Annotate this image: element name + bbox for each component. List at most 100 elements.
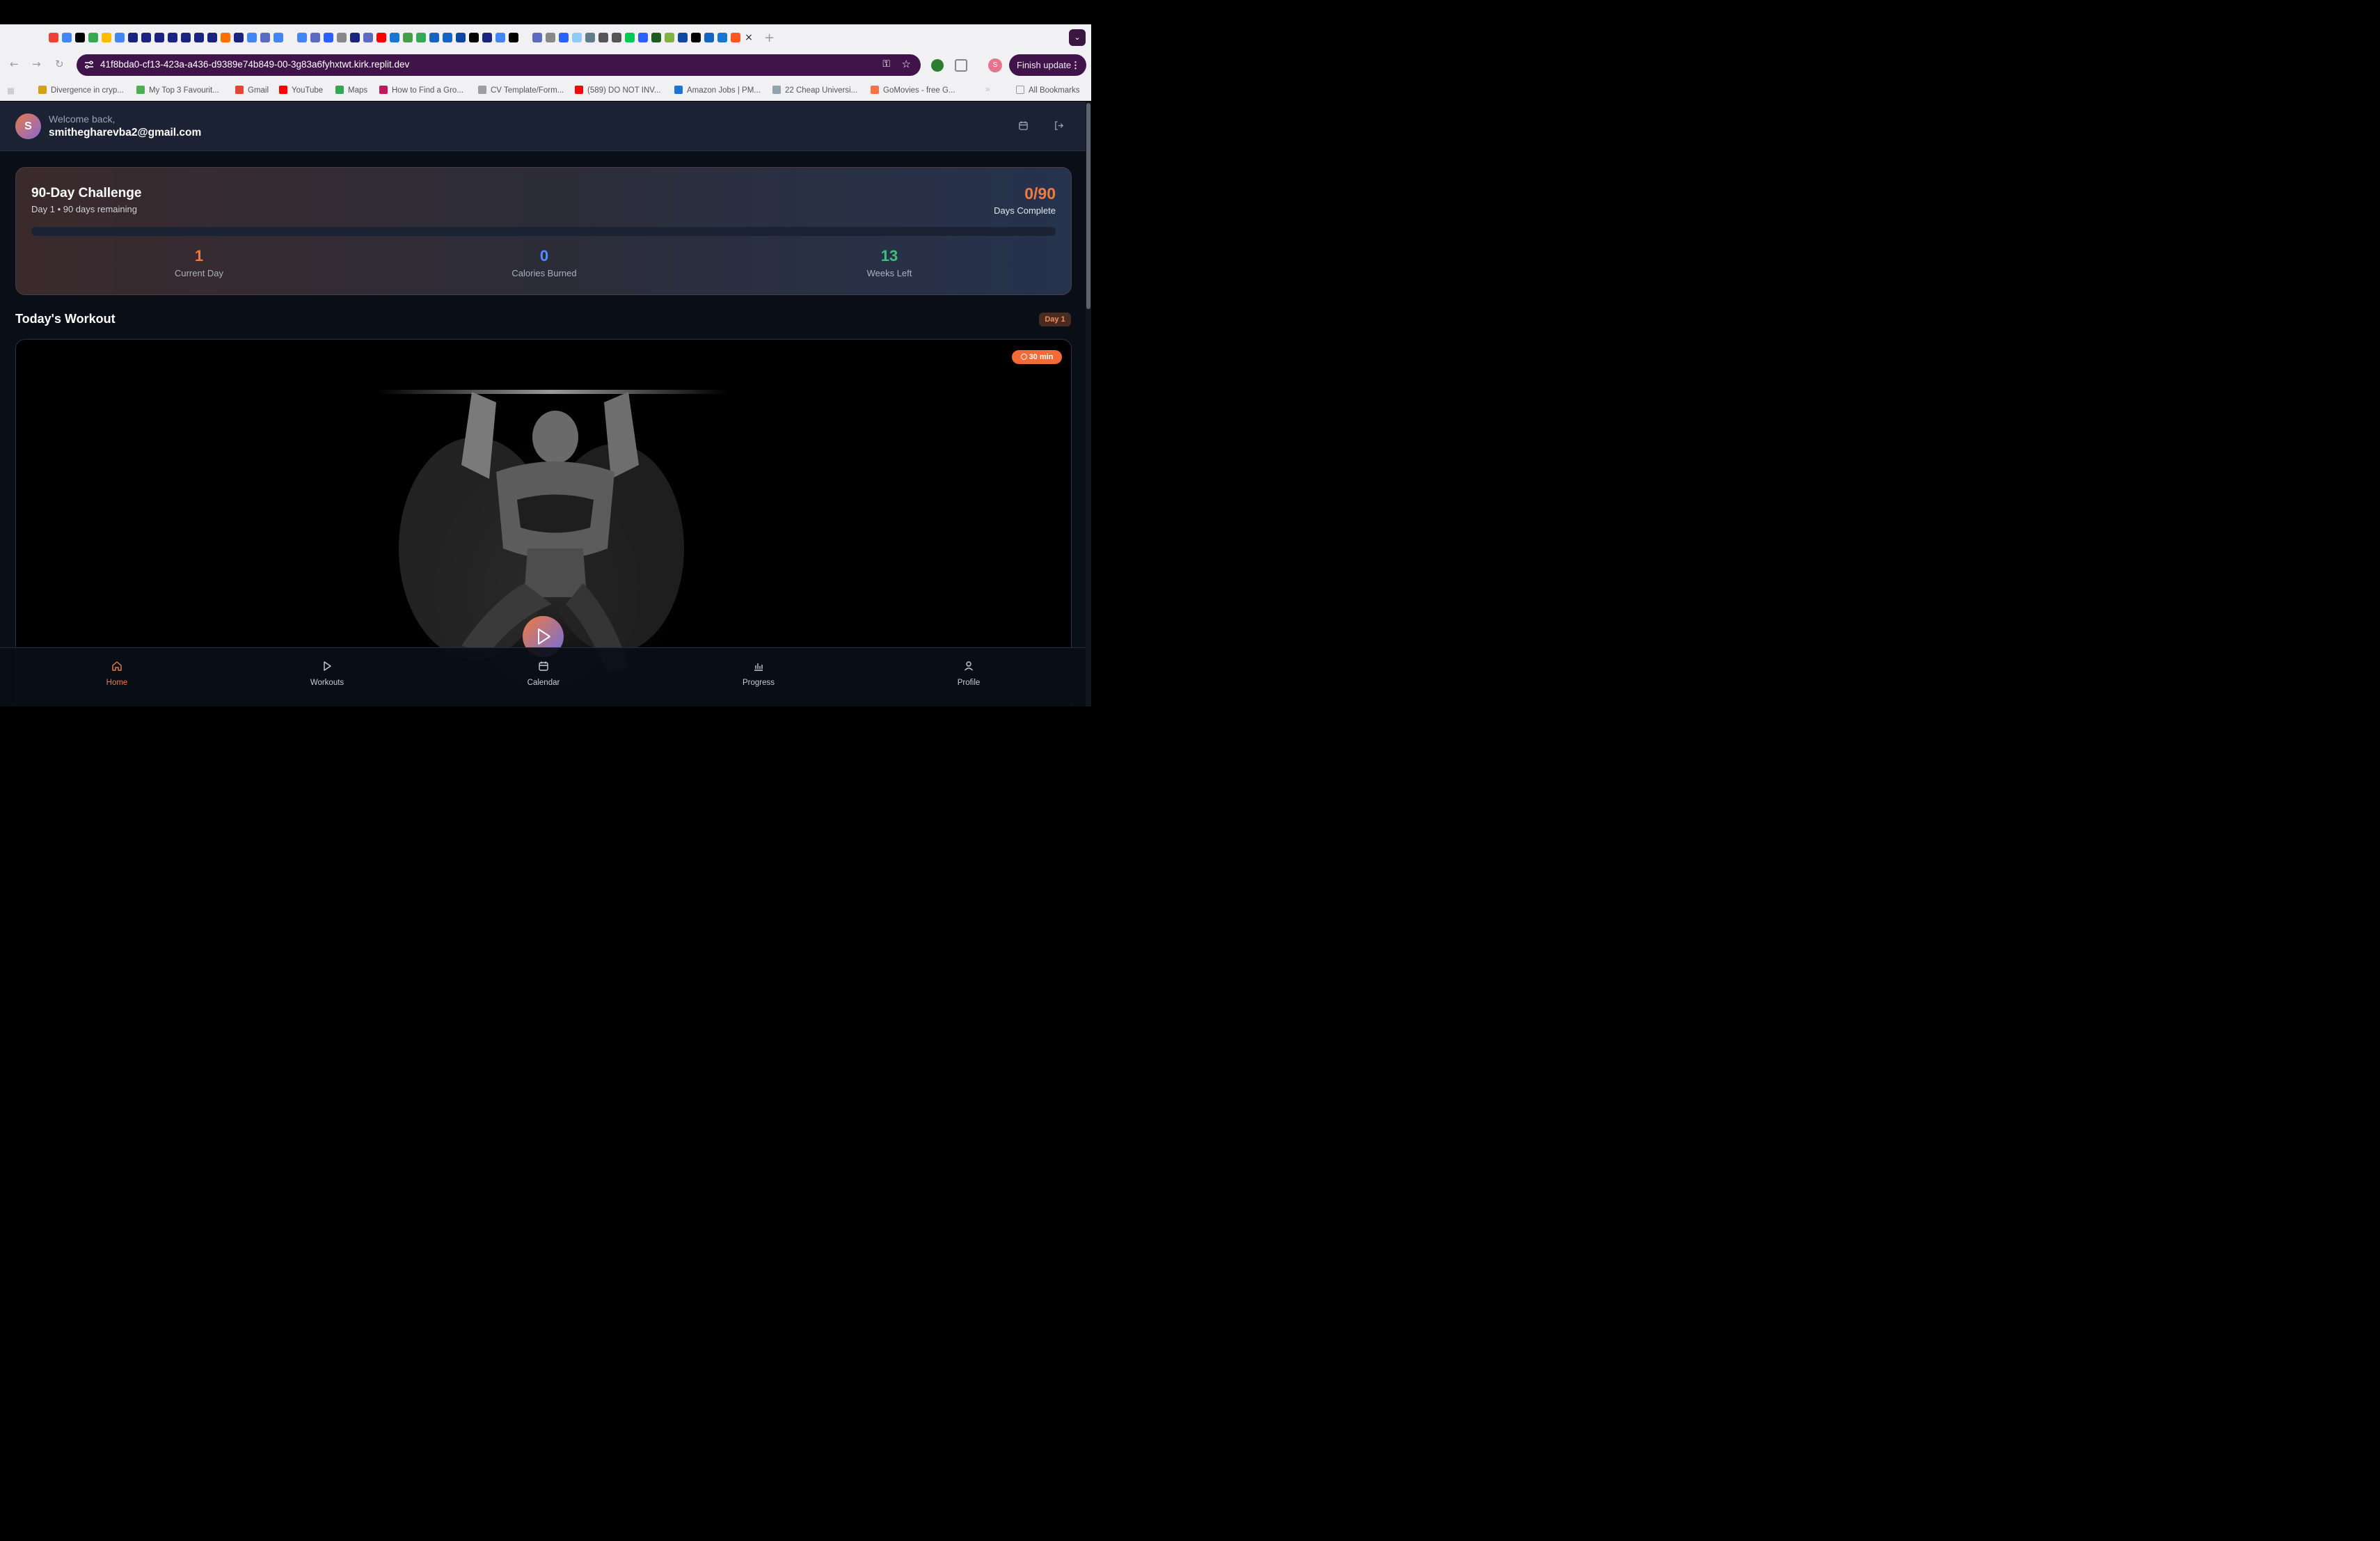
- tab-favicon[interactable]: [638, 33, 648, 42]
- tab-favicon[interactable]: [350, 33, 360, 42]
- tab-favicon[interactable]: [495, 33, 505, 42]
- tab-favicon[interactable]: [625, 33, 635, 42]
- kebab-menu-icon[interactable]: ⋮: [1071, 54, 1080, 76]
- days-complete-count: 0/90: [1024, 184, 1056, 203]
- tab-favicon[interactable]: [297, 33, 307, 42]
- scrollbar-thumb[interactable]: [1086, 103, 1090, 309]
- tab-favicon[interactable]: [337, 33, 347, 42]
- logout-icon[interactable]: [1054, 120, 1065, 132]
- url-text[interactable]: 41f8bda0-cf13-423a-a436-d9389e74b849-00-…: [100, 59, 409, 70]
- nav-calendar[interactable]: Calendar: [495, 661, 592, 687]
- tab-favicon[interactable]: [324, 33, 333, 42]
- tab-favicon[interactable]: [651, 33, 661, 42]
- tab-favicon[interactable]: [75, 33, 85, 42]
- bookmark-item[interactable]: CV Template/Form...: [478, 86, 564, 95]
- tab-favicon[interactable]: [665, 33, 674, 42]
- finish-update-button[interactable]: Finish update ⋮: [1009, 54, 1086, 76]
- tab-favicon[interactable]: [704, 33, 714, 42]
- stat-label: Current Day: [174, 268, 224, 278]
- tab-favicon[interactable]: [612, 33, 621, 42]
- bookmark-label: How to Find a Gro...: [392, 86, 463, 95]
- reload-icon[interactable]: ↻: [55, 58, 64, 70]
- tab-favicon[interactable]: [390, 33, 399, 42]
- tab-favicon[interactable]: [376, 33, 386, 42]
- profile-avatar[interactable]: S: [988, 58, 1002, 72]
- bookmark-item[interactable]: Amazon Jobs | PM...: [674, 86, 761, 95]
- app-root: S Welcome back, smithegharevba2@gmail.co…: [0, 102, 1091, 706]
- tab-favicon[interactable]: [482, 33, 492, 42]
- tab-favicon[interactable]: [456, 33, 466, 42]
- tab-favicon[interactable]: [154, 33, 164, 42]
- nav-label: Workouts: [310, 679, 344, 687]
- nav-home[interactable]: Home: [68, 661, 166, 687]
- bookmark-item[interactable]: YouTube: [279, 86, 323, 95]
- site-settings-icon[interactable]: [84, 59, 95, 70]
- bookmark-item[interactable]: Divergence in cryp...: [38, 86, 124, 95]
- extensions-puzzle-icon[interactable]: [955, 59, 967, 72]
- tab-favicon[interactable]: [731, 33, 740, 42]
- tab-favicon[interactable]: [88, 33, 98, 42]
- password-key-icon[interactable]: ⚿: [882, 58, 890, 70]
- all-bookmarks[interactable]: All Bookmarks: [1016, 86, 1080, 95]
- day-badge: Day 1: [1039, 313, 1071, 326]
- bookmark-item[interactable]: My Top 3 Favourit...: [136, 86, 219, 95]
- tab-favicon[interactable]: [49, 33, 58, 42]
- tab-search-icon[interactable]: ⌄: [1069, 29, 1086, 46]
- user-email: smithegharevba2@gmail.com: [49, 127, 202, 139]
- tab-favicon[interactable]: [310, 33, 320, 42]
- tab-favicon[interactable]: [678, 33, 688, 42]
- bookmark-item[interactable]: Gmail: [235, 86, 269, 95]
- bookmark-item[interactable]: How to Find a Gro...: [379, 86, 463, 95]
- tab-favicon[interactable]: [532, 33, 542, 42]
- forward-icon[interactable]: →: [32, 58, 41, 70]
- tab-favicon[interactable]: [572, 33, 582, 42]
- tab-favicon[interactable]: [221, 33, 230, 42]
- back-icon[interactable]: ←: [10, 58, 19, 70]
- bookmark-item[interactable]: 22 Cheap Universi...: [772, 86, 857, 95]
- amazon-icon: [674, 86, 683, 94]
- grammarly-extension-icon[interactable]: [931, 59, 944, 72]
- tab-favicon[interactable]: [102, 33, 111, 42]
- avatar[interactable]: S: [15, 113, 41, 139]
- tab-favicon[interactable]: [585, 33, 595, 42]
- nav-profile[interactable]: Profile: [920, 661, 1017, 687]
- calendar-icon[interactable]: [1018, 120, 1029, 132]
- tab-favicon[interactable]: [141, 33, 151, 42]
- tab-favicon[interactable]: [363, 33, 373, 42]
- tab-favicon[interactable]: [429, 33, 439, 42]
- tab-favicon[interactable]: [181, 33, 191, 42]
- bookmark-item[interactable]: GoMovies - free G...: [871, 86, 955, 95]
- tab-favicon[interactable]: [443, 33, 452, 42]
- tab-favicon[interactable]: [62, 33, 72, 42]
- tab-favicon[interactable]: [168, 33, 177, 42]
- tab-favicon[interactable]: [128, 33, 138, 42]
- tab-favicon[interactable]: [247, 33, 257, 42]
- new-tab-icon[interactable]: +: [764, 31, 775, 45]
- tab-favicon[interactable]: [416, 33, 426, 42]
- tab-favicon[interactable]: [717, 33, 727, 42]
- tab-favicon[interactable]: [469, 33, 479, 42]
- bookmark-star-icon[interactable]: ☆: [902, 58, 911, 70]
- tab-favicon[interactable]: [273, 33, 283, 42]
- tab-favicon[interactable]: [559, 33, 569, 42]
- bookmark-item[interactable]: (589) DO NOT INV...: [575, 86, 660, 95]
- tab-favicon[interactable]: [509, 33, 518, 42]
- nav-progress[interactable]: Progress: [710, 661, 807, 687]
- tab-favicon[interactable]: [691, 33, 701, 42]
- tab-favicon[interactable]: [234, 33, 244, 42]
- tab-favicon[interactable]: [194, 33, 204, 42]
- more-bookmarks-icon[interactable]: »: [985, 86, 990, 94]
- nav-workouts[interactable]: Workouts: [278, 661, 376, 687]
- close-tab-icon[interactable]: ×: [744, 32, 754, 43]
- bookmark-item[interactable]: Maps: [335, 86, 367, 95]
- tab-favicon[interactable]: [403, 33, 413, 42]
- tab-favicon[interactable]: [207, 33, 217, 42]
- tab-favicon[interactable]: [260, 33, 270, 42]
- tab-favicon[interactable]: [546, 33, 555, 42]
- address-bar[interactable]: 41f8bda0-cf13-423a-a436-d9389e74b849-00-…: [77, 54, 921, 76]
- tab-favicon[interactable]: [115, 33, 125, 42]
- page-scrollbar[interactable]: [1086, 102, 1091, 706]
- folder-icon: [1016, 86, 1024, 94]
- apps-grid-icon[interactable]: ▦: [7, 86, 15, 95]
- tab-favicon[interactable]: [598, 33, 608, 42]
